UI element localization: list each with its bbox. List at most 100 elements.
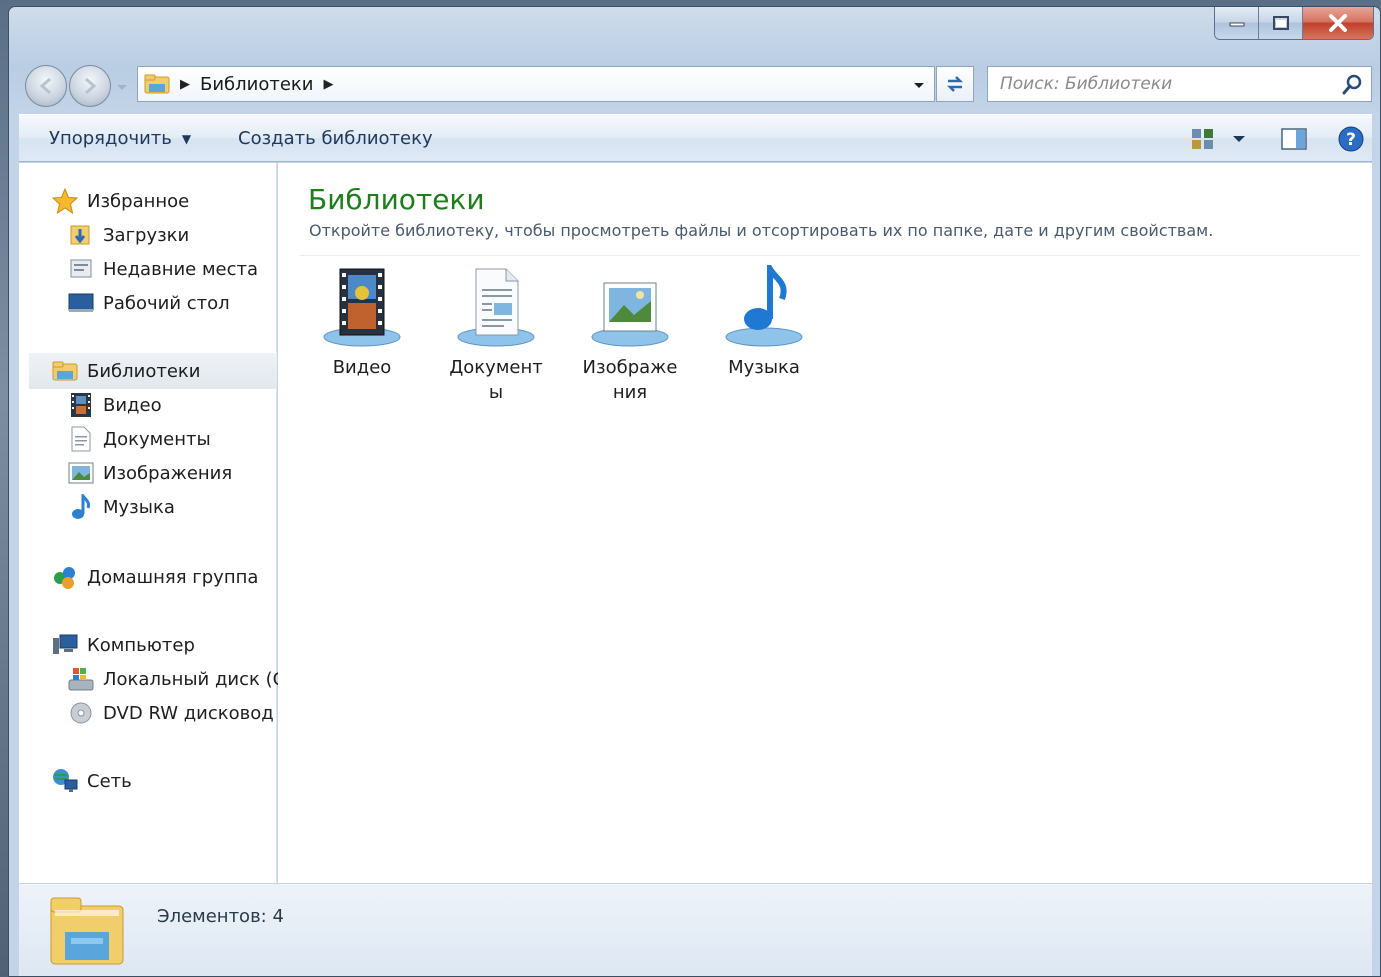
nav-computer-label: Компьютер [87,634,195,656]
divider [300,255,1360,256]
downloads-icon [67,221,95,249]
nav-item-label: Документы [103,428,211,450]
caption-buttons [1214,7,1374,40]
nav-item-downloads[interactable]: Загрузки [67,221,189,249]
tile-label: Изображения [582,357,678,403]
nav-libraries-label: Библиотеки [87,360,201,382]
close-button[interactable] [1303,7,1373,39]
nav-item-label: Музыка [103,496,175,518]
back-button[interactable] [25,65,67,107]
help-button[interactable]: ? [1335,123,1367,155]
chevron-down-icon: ▼ [181,131,192,146]
nav-item-label: DVD RW дисковод ( [103,702,287,724]
nav-homegroup-label: Домашняя группа [87,566,259,588]
video-library-icon [320,265,404,349]
document-icon [67,425,95,453]
nav-item-pictures[interactable]: Изображения [67,459,232,487]
item-count: Элементов: 4 [157,906,284,927]
search-input[interactable] [1000,74,1330,94]
nav-item-documents[interactable]: Документы [67,425,211,453]
desktop-icon [67,289,95,317]
library-tile-documents[interactable]: Документы [446,265,546,405]
refresh-button[interactable] [936,66,974,102]
nav-favorites-label: Избранное [87,190,190,212]
view-options-dropdown[interactable] [1223,123,1255,155]
breadcrumb-separator-icon[interactable]: ▶ [324,77,334,92]
address-history-dropdown-icon[interactable] [912,78,926,92]
documents-library-icon [454,265,538,349]
nav-item-local-disk[interactable]: Локальный диск (C [67,665,285,693]
nav-homegroup[interactable]: Домашняя группа [51,563,258,591]
navigation-row: ▶ Библиотеки ▶ [9,62,1380,112]
nav-item-label: Локальный диск (C [103,668,286,690]
command-bar: Упорядочить ▼ Создать библиотеку ? [19,114,1372,162]
homegroup-icon [51,563,79,591]
network-icon [51,767,79,795]
music-library-icon [722,265,806,349]
forward-button[interactable] [69,65,111,107]
breadcrumb-separator-icon[interactable]: ▶ [180,77,190,92]
dvd-drive-icon [67,699,95,727]
organize-label: Упорядочить [49,128,172,149]
libraries-folder-icon [144,74,170,94]
minimize-button[interactable] [1215,7,1259,39]
explorer-window: ▶ Библиотеки ▶ Упорядочить ▼ Создать биб [8,6,1381,977]
navigation-pane: Избранное Загрузки Недавние места Рабочи… [19,163,286,883]
breadcrumb-libraries[interactable]: Библиотеки [200,74,314,95]
nav-item-music[interactable]: Музыка [67,493,175,521]
tile-label: Документы [449,357,543,403]
nav-item-video[interactable]: Видео [67,391,162,419]
film-icon [67,391,95,419]
library-tile-video[interactable]: Видео [312,265,412,380]
refresh-icon [946,76,964,92]
maximize-button[interactable] [1259,7,1303,39]
change-view-button[interactable] [1187,123,1219,155]
libraries-folder-icon [51,357,79,385]
address-bar[interactable]: ▶ Библиотеки ▶ [137,66,935,102]
local-disk-icon [67,665,95,693]
computer-icon [51,631,79,659]
nav-network-label: Сеть [87,770,132,792]
star-icon [51,187,79,215]
minimize-icon [1229,22,1244,26]
tile-label: Музыка [728,357,800,378]
maximize-icon [1272,15,1289,30]
search-icon[interactable] [1341,74,1363,96]
preview-pane-button[interactable] [1278,123,1310,155]
recent-places-icon [67,255,95,283]
organize-button[interactable]: Упорядочить ▼ [49,128,191,149]
close-icon [1329,13,1347,32]
chevron-down-icon [1233,136,1245,142]
preview-pane-icon [1281,128,1307,150]
forward-arrow-icon [85,77,97,95]
nav-network[interactable]: Сеть [51,767,132,795]
recent-pages-dropdown-icon[interactable] [115,80,129,94]
nav-item-label: Недавние места [103,258,259,280]
page-description: Откройте библиотеку, чтобы просмотреть ф… [309,221,1214,240]
nav-favorites[interactable]: Избранное [51,187,189,215]
nav-computer[interactable]: Компьютер [51,631,195,659]
music-note-icon [67,493,95,521]
nav-item-label: Изображения [103,462,233,484]
nav-item-dvd-drive[interactable]: DVD RW дисковод ( [67,699,286,727]
nav-item-desktop[interactable]: Рабочий стол [67,289,230,317]
nav-libraries[interactable]: Библиотеки [29,353,277,389]
nav-item-recent-places[interactable]: Недавние места [67,255,258,283]
back-arrow-icon [39,77,51,95]
nav-item-label: Загрузки [103,224,190,246]
library-tile-pictures[interactable]: Изображения [580,265,680,405]
help-icon: ? [1338,126,1364,152]
page-title: Библиотеки [308,183,485,216]
pictures-library-icon [588,265,672,349]
details-pane: Элементов: 4 [19,883,1372,976]
content-pane: Библиотеки Откройте библиотеку, чтобы пр… [278,163,1372,883]
picture-icon [67,459,95,487]
nav-item-label: Видео [103,394,162,416]
new-library-label: Создать библиотеку [238,128,433,149]
library-tile-music[interactable]: Музыка [714,265,814,380]
search-box[interactable] [987,66,1372,102]
view-grid-icon [1192,129,1213,149]
new-library-button[interactable]: Создать библиотеку [238,128,433,149]
nav-item-label: Рабочий стол [103,292,230,314]
svg-text:?: ? [1346,130,1356,150]
